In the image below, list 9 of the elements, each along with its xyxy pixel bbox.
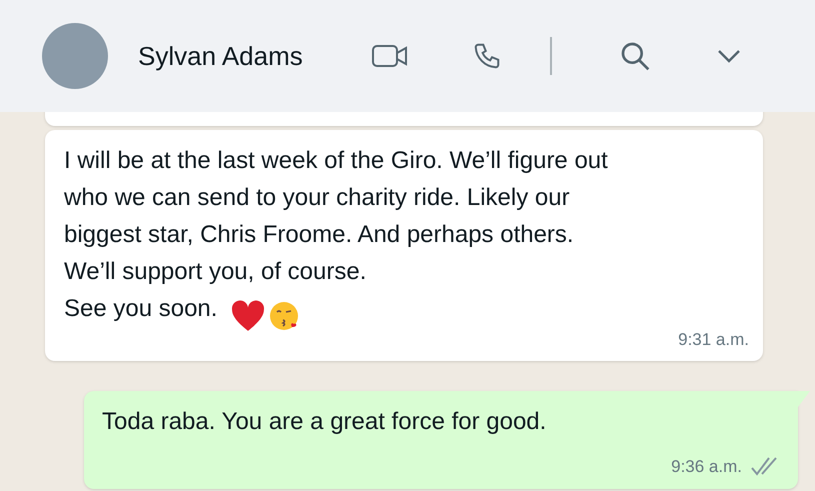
video-camera-icon[interactable] <box>372 44 408 68</box>
timestamp: 9:31 a.m. <box>678 329 749 351</box>
contact-name[interactable]: Sylvan Adams <box>138 36 388 76</box>
message-text: I will be at the last week of the Giro. We’ll figure out who we can send to your charity ride. Likely our biggest star, Chris Froome. And perhaps others. We’ll support you, of course. See you soon. <box>64 147 608 322</box>
timestamp: 9:36 a.m. <box>671 456 742 478</box>
phone-icon[interactable] <box>472 41 502 71</box>
search-icon[interactable] <box>619 40 651 72</box>
message-text: Toda raba. You are a great force for good. <box>102 406 548 436</box>
chevron-down-icon[interactable] <box>717 49 741 63</box>
